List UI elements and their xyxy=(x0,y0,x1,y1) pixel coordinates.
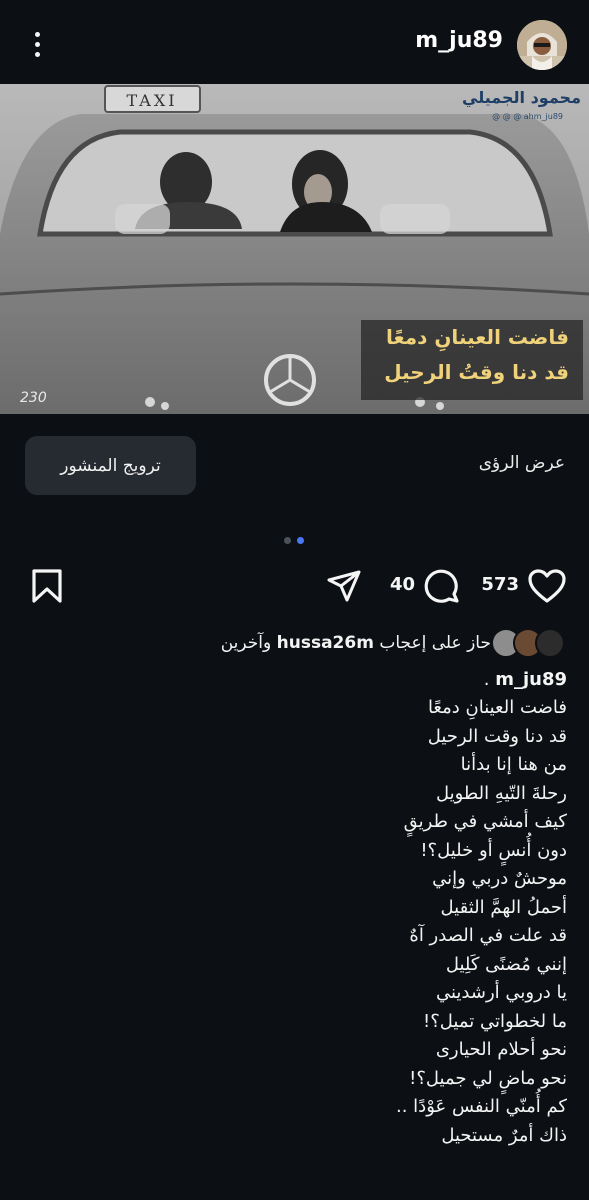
caption-header: m_ju89 . xyxy=(147,666,567,694)
post-header: m_ju89 xyxy=(0,0,589,84)
profile-avatar[interactable] xyxy=(517,20,567,70)
caption-line: نحو أحلام الحيارى xyxy=(435,1039,567,1060)
post-username[interactable]: m_ju89 xyxy=(415,28,503,53)
caption-username[interactable]: m_ju89 xyxy=(495,669,567,690)
liked-by-row[interactable]: حاز على إعجاب hussa26m وآخرين xyxy=(221,627,565,659)
caption-line: قد علت في الصدر آهٌ xyxy=(409,925,567,946)
caption-line: دون أُنسٍ أو خليل؟! xyxy=(420,839,567,861)
caption-line: يا دروبي أرشديني xyxy=(435,982,567,1003)
post-actions: 573 40 xyxy=(0,560,589,612)
carousel-dot xyxy=(284,537,291,544)
caption-separator: . xyxy=(483,669,490,690)
view-insights-link[interactable]: عرض الرؤى xyxy=(479,453,565,473)
carousel-indicator xyxy=(284,537,304,544)
caption-line: قد دنا وقت الرحيل xyxy=(427,725,567,747)
caption-line: كيف أمشي في طريقٍ xyxy=(403,811,567,832)
share-icon[interactable] xyxy=(325,568,363,608)
caption-line: إنني مُضنًى كَلِيل xyxy=(445,953,567,975)
comment-count[interactable]: 40 xyxy=(390,574,415,595)
caption-line: أحملُ الهمَّ الثقيل xyxy=(440,896,567,918)
overlay-text-line-1: فاضت العينانِ دمعًا xyxy=(385,325,569,349)
caption-line: رحلةَ التّيهِ الطويل xyxy=(435,782,567,804)
taxi-sign-text: TAXI xyxy=(126,91,177,110)
artist-signature: محمود الجميلي xyxy=(462,88,581,107)
liked-by-user[interactable]: hussa26m xyxy=(277,633,374,653)
caption-line: كم أُمنّي النفس عَوْدًا .. xyxy=(396,1096,567,1117)
liked-by-text[interactable]: حاز على إعجاب hussa26m وآخرين xyxy=(221,633,491,653)
caption-line: نحو ماضٍ لي جميل؟! xyxy=(409,1067,567,1089)
liked-by-suffix: وآخرين xyxy=(220,633,272,653)
post-caption: m_ju89 . فاضت العينانِ دمعًا قد دنا وقت … xyxy=(147,666,567,1150)
bookmark-icon[interactable] xyxy=(30,568,64,608)
caption-line: موحشٌ دربي وإني xyxy=(432,868,567,889)
caption-line: من هنا إنا بدأنا xyxy=(460,754,567,775)
like-count[interactable]: 573 xyxy=(481,574,519,595)
liked-by-prefix: حاز على إعجاب xyxy=(379,633,491,653)
avatar xyxy=(535,628,565,658)
liked-by-avatars xyxy=(491,628,565,658)
comment-icon[interactable] xyxy=(423,568,461,608)
artist-handle: @ @ @ ahm_ju89 xyxy=(492,112,563,121)
caption-line: ذاك أمرٌ مستحيل xyxy=(441,1124,567,1146)
more-options-icon[interactable] xyxy=(22,26,52,62)
heart-icon[interactable] xyxy=(527,568,567,608)
plate-text: 230 xyxy=(20,390,47,406)
caption-line: ما لخطواتي تميل؟! xyxy=(423,1010,567,1032)
post-image[interactable]: TAXI 230 محمود الجميلي @ @ @ ahm_ju89 فا… xyxy=(0,84,589,414)
boost-post-button[interactable]: ترويج المنشور xyxy=(25,436,196,495)
carousel-dot-active xyxy=(297,537,304,544)
overlay-text-line-2: قد دنا وقتُ الرحيل xyxy=(384,360,569,384)
caption-line: فاضت العينانِ دمعًا xyxy=(427,697,567,718)
